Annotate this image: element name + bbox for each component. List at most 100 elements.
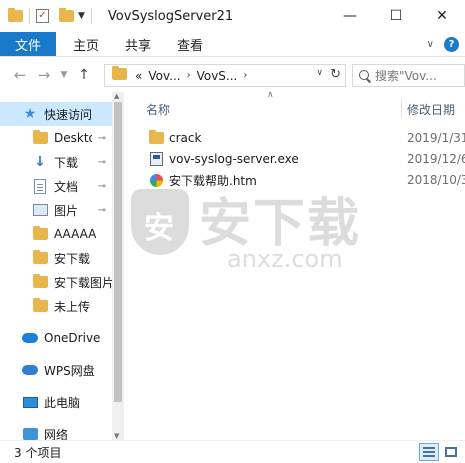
folder-icon (32, 250, 48, 266)
sidebar-item-anxiazai-pictures[interactable]: 安下载图片 (0, 270, 112, 294)
sidebar-item-label: WPS网盘 (44, 363, 95, 378)
folder-icon (148, 130, 164, 146)
item-count: 3 个项目 (14, 445, 62, 460)
sidebar-item-wps-cloud[interactable]: WPS网盘 (0, 358, 112, 382)
close-button[interactable]: ✕ (419, 0, 465, 32)
sidebar-item-label: 文档 (54, 179, 79, 194)
picture-icon (32, 202, 48, 218)
navigation-pane: ★ 快速访问 Desktop ⊸ ↓ 下载 ⊸ 文档 ⊸ 图片 ⊸ AAAAA … (0, 92, 112, 440)
file-list: ∧ 名称 修改日期 crack 2019/1/31 vov-syslog-ser… (124, 92, 465, 440)
folder-icon (112, 66, 127, 83)
recent-locations-dropdown-icon[interactable]: ▼ (56, 70, 72, 80)
navigation-bar: ← → ▼ ↑ « Vov... › VovS... › ∨ ↻ 搜索"Vov.… (0, 58, 465, 92)
refresh-icon[interactable]: ↻ (330, 67, 341, 82)
star-icon: ★ (23, 106, 37, 122)
tab-home[interactable]: 主页 (60, 32, 112, 56)
window-title: VovSyslogServer21 (107, 8, 234, 24)
cloud-icon (22, 362, 38, 378)
exe-icon (148, 151, 164, 167)
pin-icon: ⊸ (97, 204, 106, 216)
sidebar-item-onedrive[interactable]: OneDrive (0, 326, 112, 350)
up-button[interactable]: ↑ (72, 67, 96, 83)
sidebar-item-label: 快速访问 (44, 107, 93, 122)
breadcrumb-item[interactable]: Vov... (148, 69, 180, 83)
pin-icon: ⊸ (97, 156, 106, 168)
address-bar[interactable]: « Vov... › VovS... › ∨ ↻ (104, 64, 346, 87)
tab-view[interactable]: 查看 (164, 32, 216, 56)
scrollbar-thumb[interactable] (114, 102, 122, 402)
htm-icon (148, 172, 164, 188)
computer-icon (22, 394, 38, 410)
minimize-button[interactable]: — (327, 0, 373, 32)
folder-icon (32, 130, 48, 146)
new-folder-icon[interactable] (59, 8, 74, 22)
column-divider[interactable] (401, 100, 402, 118)
file-row[interactable]: 安下载帮助.htm 2018/10/3 (148, 170, 465, 190)
sidebar-scrollbar[interactable]: ▲ ▼ (112, 92, 124, 440)
tab-share[interactable]: 共享 (112, 32, 164, 56)
expand-ribbon-icon[interactable]: ∨ (427, 39, 434, 50)
file-date: 2019/1/31 (407, 131, 465, 145)
properties-icon[interactable]: ✓ (36, 9, 49, 23)
forward-button[interactable]: → (32, 66, 56, 84)
toolbar-divider (29, 8, 30, 24)
address-dropdown-icon[interactable]: ∨ (316, 68, 323, 78)
document-icon (32, 178, 48, 194)
details-view-button[interactable] (419, 443, 439, 461)
breadcrumb-item[interactable]: VovS... (197, 69, 238, 83)
quick-access-dropdown-icon[interactable]: ▼ (78, 11, 85, 21)
folder-icon (8, 8, 23, 22)
sidebar-item-not-uploaded[interactable]: 未上传 (0, 294, 112, 318)
sidebar-item-label: 下载 (54, 155, 79, 170)
file-row[interactable]: vov-syslog-server.exe 2019/12/6 (148, 149, 465, 169)
sidebar-item-label: OneDrive (44, 331, 101, 345)
sidebar-item-downloads[interactable]: ↓ 下载 ⊸ (0, 150, 112, 174)
search-input[interactable]: 搜索"Vov... (352, 64, 465, 87)
chevron-right-icon[interactable]: › (187, 70, 191, 81)
search-placeholder: 搜索"Vov... (375, 69, 437, 83)
cloud-icon (22, 330, 38, 346)
sidebar-item-label: 图片 (54, 203, 79, 218)
sidebar-item-network[interactable]: 网络 (0, 422, 112, 440)
scroll-down-icon[interactable]: ▼ (114, 432, 119, 440)
folder-icon (32, 274, 48, 290)
large-icons-view-button[interactable] (441, 443, 461, 461)
download-icon: ↓ (34, 154, 46, 170)
sidebar-item-anxiazai[interactable]: 安下载 (0, 246, 112, 270)
network-icon (22, 426, 38, 440)
sidebar-item-desktop[interactable]: Desktop ⊸ (0, 126, 112, 150)
back-button[interactable]: ← (8, 66, 32, 84)
help-icon[interactable]: ? (444, 37, 459, 52)
file-name: 安下载帮助.htm (169, 173, 257, 188)
search-icon (359, 69, 371, 82)
sidebar-item-aaaaa[interactable]: AAAAA (0, 222, 112, 246)
large-icons-view-icon (445, 447, 457, 457)
scroll-up-icon[interactable]: ▲ (114, 92, 119, 100)
sidebar-item-documents[interactable]: 文档 ⊸ (0, 174, 112, 198)
sidebar-item-label: 未上传 (54, 299, 91, 314)
sidebar-item-quick-access[interactable]: ★ 快速访问 (0, 102, 112, 126)
chevron-right-icon[interactable]: › (243, 70, 247, 81)
sidebar-item-label: 网络 (44, 427, 69, 441)
sidebar-item-pictures[interactable]: 图片 ⊸ (0, 198, 112, 222)
title-bar: ✓ ▼ VovSyslogServer21 — ☐ ✕ (0, 0, 465, 32)
sidebar-item-label: 安下载 (54, 251, 91, 266)
file-name: crack (169, 131, 202, 145)
sidebar-item-label: 此电脑 (44, 395, 81, 410)
file-date: 2019/12/6 (407, 152, 465, 166)
sort-ascending-icon: ∧ (267, 92, 274, 100)
column-header-name[interactable]: 名称 (146, 98, 170, 120)
file-date: 2018/10/3 (407, 173, 465, 187)
ribbon-tabs: 文件 主页 共享 查看 ∨ ? (0, 32, 465, 57)
file-row[interactable]: crack 2019/1/31 (148, 128, 465, 148)
status-bar: 3 个项目 (0, 440, 465, 463)
maximize-button[interactable]: ☐ (373, 0, 419, 32)
breadcrumb-overflow[interactable]: « (135, 69, 142, 83)
details-view-icon (423, 447, 435, 457)
sidebar-item-label: AAAAA (54, 227, 97, 241)
folder-icon (32, 298, 48, 314)
tab-file[interactable]: 文件 (0, 32, 56, 56)
sidebar-item-this-pc[interactable]: 此电脑 (0, 390, 112, 414)
pin-icon: ⊸ (97, 132, 106, 144)
column-header-modified[interactable]: 修改日期 (407, 98, 455, 120)
